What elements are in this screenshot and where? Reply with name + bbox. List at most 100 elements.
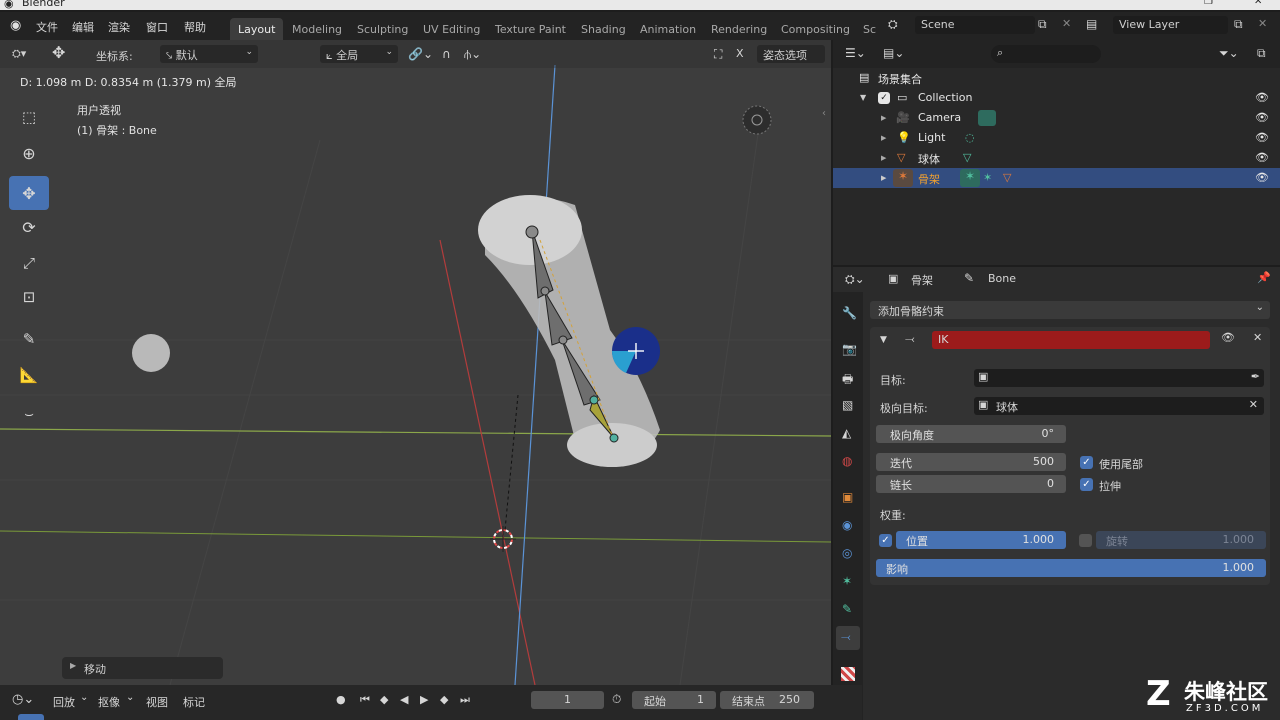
cursor-tool[interactable]: ⊕: [9, 136, 49, 170]
coord-system-dropdown[interactable]: ⤥ 默认 ⌄: [160, 45, 258, 63]
select-box-tool[interactable]: ⬚: [9, 100, 49, 134]
bone-tab-icon[interactable]: ✎: [842, 602, 852, 616]
outliner-row-collection[interactable]: ▼ ✓ ▭ Collection 👁: [833, 88, 1280, 108]
outliner-row-armature[interactable]: ▶ ✶ 骨架 ✶ ✶ ▽ 👁: [833, 168, 1280, 188]
tab-layout[interactable]: Layout: [230, 18, 284, 40]
last-operator-panel[interactable]: ▶ 移动: [62, 657, 223, 679]
close-window-icon[interactable]: ✕: [1254, 0, 1262, 7]
pole-target-field[interactable]: ▣ 球体 ✕: [974, 397, 1264, 415]
clear-field-icon[interactable]: ✕: [1249, 398, 1258, 411]
add-bone-constraint-dropdown[interactable]: 添加骨骼约束 ⌄: [870, 301, 1270, 319]
remove-view-layer-icon[interactable]: ✕: [1258, 17, 1267, 30]
rotate-tool[interactable]: ⟳: [9, 210, 49, 244]
stopwatch-icon[interactable]: ⏱: [612, 692, 621, 707]
transform-tool[interactable]: ⊡: [9, 280, 49, 314]
sidebar-toggle-icon[interactable]: ‹: [822, 108, 826, 119]
object-tab-icon[interactable]: ▣: [842, 490, 853, 504]
scale-tool[interactable]: ⤢: [9, 246, 49, 280]
use-tail-checkbox[interactable]: ✓: [1080, 456, 1093, 469]
collection-checkbox[interactable]: ✓: [878, 92, 890, 104]
breadcrumb-object[interactable]: 骨架: [911, 272, 933, 288]
scene-selector[interactable]: Scene: [915, 16, 1035, 34]
rotation-weight-slider[interactable]: 旋转 1.000: [1096, 531, 1266, 549]
remove-scene-icon[interactable]: ✕: [1062, 17, 1071, 30]
snap-target-icon[interactable]: ⫛⌄: [464, 47, 481, 62]
tab-modeling[interactable]: Modeling: [284, 18, 350, 40]
editor-type-icon[interactable]: ⛭⌄: [845, 272, 865, 287]
visibility-eye-icon[interactable]: 👁: [1255, 151, 1269, 164]
tab-rendering[interactable]: Rendering: [703, 18, 775, 40]
light-data-icon[interactable]: ◌: [965, 131, 975, 144]
position-checkbox[interactable]: ✓: [879, 534, 892, 547]
eyedropper-icon[interactable]: ✒: [1251, 370, 1260, 383]
pole-angle-field[interactable]: 极向角度 0°: [876, 425, 1066, 443]
play-reverse-icon[interactable]: ◀: [400, 693, 408, 706]
tool-tab-icon[interactable]: 🔧: [842, 306, 857, 320]
menu-help[interactable]: 帮助: [184, 19, 206, 35]
tab-animation[interactable]: Animation: [632, 18, 704, 40]
world-tab-icon[interactable]: ◍: [842, 454, 852, 468]
visibility-eye-icon[interactable]: 👁: [1255, 171, 1269, 184]
visibility-eye-icon[interactable]: 👁: [1221, 331, 1235, 344]
menu-render[interactable]: 渲染: [108, 19, 130, 35]
x-mirror-toggle[interactable]: X: [736, 47, 744, 60]
tab-texture-paint[interactable]: Texture Paint: [487, 18, 574, 40]
keying-menu[interactable]: 抠像: [98, 694, 120, 710]
move-tool[interactable]: ✥: [9, 176, 49, 210]
view-layer-selector[interactable]: View Layer: [1113, 16, 1228, 34]
chain-length-field[interactable]: 链长 0: [876, 475, 1066, 493]
prev-keyframe-icon[interactable]: ◆: [380, 693, 388, 706]
outliner-row-scene-collection[interactable]: ▤ 场景集合: [833, 68, 1280, 88]
editor-type-selector[interactable]: ⛭▾: [6, 45, 40, 63]
menu-window[interactable]: 窗口: [146, 19, 168, 35]
new-collection-icon[interactable]: ⧉: [1257, 46, 1266, 61]
next-keyframe-icon[interactable]: ◆: [440, 693, 448, 706]
rotation-checkbox[interactable]: [1079, 534, 1092, 547]
constraint-name-field[interactable]: IK: [932, 331, 1210, 349]
physics-tab-icon[interactable]: ◎: [842, 546, 852, 560]
3d-cursor-icon[interactable]: [490, 526, 516, 552]
tab-scripting[interactable]: Sc: [855, 18, 884, 40]
pose-options-dropdown[interactable]: 姿态选项: [757, 45, 825, 63]
expand-icon[interactable]: ▶: [881, 154, 886, 162]
measure-tool[interactable]: 📐: [9, 358, 49, 392]
texture-tab-icon[interactable]: [841, 667, 855, 681]
start-frame-field[interactable]: 起始 1: [632, 691, 716, 709]
render-tab-icon[interactable]: 📷: [842, 342, 857, 356]
armature-data-tab-icon[interactable]: ✶: [842, 574, 852, 588]
expand-icon[interactable]: ▶: [881, 174, 886, 182]
menu-edit[interactable]: 编辑: [72, 19, 94, 35]
expand-icon[interactable]: ▶: [881, 134, 886, 142]
bone-constraint-tab-icon[interactable]: ⤙: [836, 626, 860, 650]
tab-sculpting[interactable]: Sculpting: [349, 18, 416, 40]
bone-size-tool[interactable]: ⌣: [9, 397, 49, 431]
timeline-playhead[interactable]: [18, 714, 44, 720]
copy-scene-icon[interactable]: ⧉: [1038, 17, 1047, 32]
outliner-search-input[interactable]: ⌕: [991, 45, 1101, 63]
view-layer-icon[interactable]: ▤: [1086, 17, 1097, 31]
transform-move-icon[interactable]: ✥: [52, 43, 65, 62]
target-field[interactable]: ▣ ✒: [974, 369, 1264, 387]
delete-constraint-icon[interactable]: ✕: [1253, 331, 1262, 344]
editor-type-icon[interactable]: ☰⌄: [845, 46, 866, 60]
mesh-data-icon[interactable]: ▽: [963, 151, 971, 164]
current-frame-field[interactable]: 1: [531, 691, 604, 709]
play-icon[interactable]: ▶: [420, 693, 428, 706]
stretch-checkbox[interactable]: ✓: [1080, 478, 1093, 491]
display-mode-icon[interactable]: ▤⌄: [883, 46, 904, 60]
collapse-icon[interactable]: ▼: [880, 335, 887, 345]
visibility-eye-icon[interactable]: 👁: [1255, 131, 1269, 144]
annotate-tool[interactable]: ✎: [9, 322, 49, 356]
jump-start-icon[interactable]: ⏮: [360, 693, 370, 707]
scene-tab-icon[interactable]: ◭: [842, 426, 851, 440]
snap-icon[interactable]: ∩: [442, 47, 451, 61]
camera-view-icon[interactable]: [742, 105, 772, 135]
record-icon[interactable]: ●: [336, 693, 346, 706]
outliner-row-light[interactable]: ▶ 💡 Light ◌ 👁: [833, 128, 1280, 148]
filter-icon[interactable]: ⏷⌄: [1219, 46, 1239, 61]
modifier-mesh-icon[interactable]: ▽: [1003, 171, 1011, 184]
copy-view-layer-icon[interactable]: ⧉: [1234, 17, 1243, 32]
sphere-object[interactable]: [132, 334, 170, 372]
jump-end-icon[interactable]: ⏭: [460, 693, 470, 707]
iterations-field[interactable]: 迭代 500: [876, 453, 1066, 471]
